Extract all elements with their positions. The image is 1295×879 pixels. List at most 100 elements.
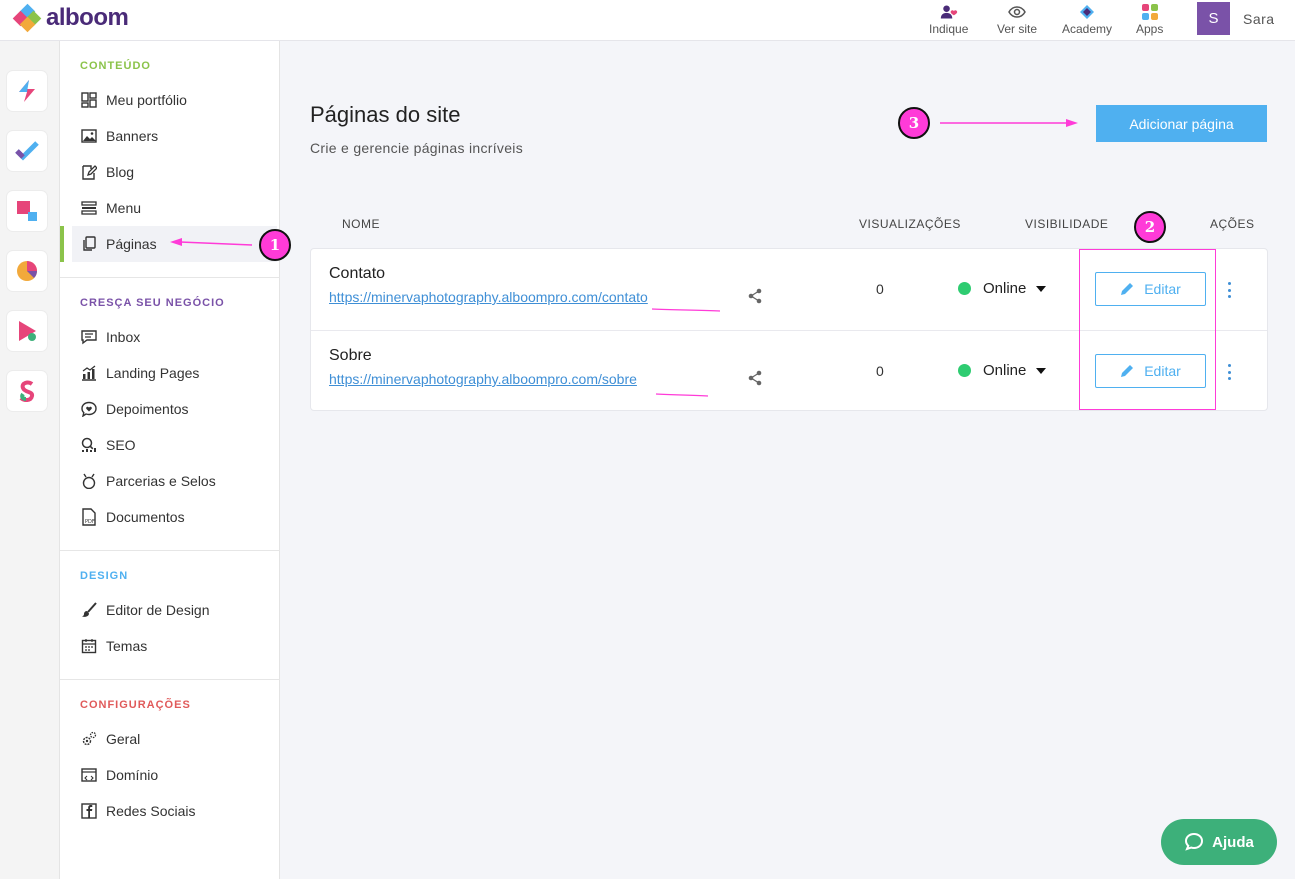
- topnav-label: Indique: [929, 22, 969, 36]
- topnav-label: Academy: [1062, 22, 1113, 36]
- rail-site-icon[interactable]: [7, 71, 47, 111]
- sidebar-item-paginas[interactable]: Páginas: [72, 226, 277, 262]
- views-count: 0: [876, 281, 884, 297]
- chart-growth-icon: [80, 364, 98, 382]
- sidebar-item-label: Temas: [106, 638, 148, 654]
- page-title: Páginas do site: [310, 102, 461, 127]
- visibility-dropdown[interactable]: Online: [958, 362, 1047, 379]
- annotation-arrowhead-3: [1066, 119, 1078, 127]
- pages-copy-icon: [80, 235, 98, 253]
- sidebar-item-dominio[interactable]: Domínio: [72, 757, 277, 793]
- sidebar-item-banners[interactable]: Banners: [72, 118, 277, 154]
- more-options-icon[interactable]: [1226, 364, 1232, 380]
- edit-document-icon: [80, 163, 98, 181]
- alboom-logo[interactable]: alboom: [12, 3, 129, 33]
- sidebar-item-label: Parcerias e Selos: [106, 473, 216, 489]
- column-header-visibility: VISIBILIDADE: [1025, 217, 1109, 231]
- visibility-dropdown[interactable]: Online: [958, 280, 1047, 297]
- image-icon: [80, 127, 98, 145]
- page-url-link[interactable]: https://minervaphotography.alboompro.com…: [329, 371, 637, 387]
- visibility-value: Online: [983, 362, 1027, 379]
- views-count: 0: [876, 363, 884, 379]
- sidebar-item-label: Depoimentos: [106, 401, 189, 417]
- user-name: Sara: [1243, 10, 1275, 27]
- rail-s-icon[interactable]: [7, 371, 47, 411]
- sidebar-item-meu-portfolio[interactable]: Meu portfólio: [72, 82, 277, 118]
- caret-down-icon: [1036, 367, 1047, 374]
- topnav-apps[interactable]: Apps: [1136, 3, 1163, 36]
- page-subtitle: Crie e gerencie páginas incríveis: [310, 140, 524, 156]
- sidebar-item-parcerias[interactable]: Parcerias e Selos: [72, 463, 277, 499]
- portfolio-grid-icon: [80, 91, 98, 109]
- page-name: Sobre: [329, 347, 372, 364]
- sidebar-item-redes-sociais[interactable]: Redes Sociais: [72, 793, 277, 829]
- share-icon[interactable]: [747, 370, 763, 386]
- annotation-badge-2: 2: [1134, 211, 1166, 243]
- topnav-indique[interactable]: Indique: [929, 3, 968, 36]
- add-page-button[interactable]: Adicionar página: [1096, 105, 1267, 142]
- topnav-ver-site[interactable]: Ver site: [997, 3, 1037, 36]
- annotation-highlight-box: [1079, 249, 1216, 410]
- sidebar-item-label: Geral: [106, 731, 141, 747]
- alboom-logo-mark-icon: [12, 3, 42, 33]
- sidebar-item-editor-design[interactable]: Editor de Design: [72, 592, 277, 628]
- sidebar-item-landing-pages[interactable]: Landing Pages: [72, 355, 277, 391]
- menu-lines-icon: [80, 199, 98, 217]
- sidebar-menu: CONTEÚDO Meu portfólio Banners Blog Menu…: [60, 41, 280, 879]
- rail-squares-icon[interactable]: [7, 191, 47, 231]
- page-url-link[interactable]: https://minervaphotography.alboompro.com…: [329, 289, 648, 305]
- more-options-icon[interactable]: [1226, 282, 1232, 298]
- user-menu[interactable]: S Sara: [1197, 2, 1275, 35]
- topnav-label: Ver site: [997, 22, 1038, 36]
- browser-domain-icon: [80, 766, 98, 784]
- facebook-square-icon: [80, 802, 98, 820]
- sidebar-item-temas[interactable]: Temas: [72, 628, 277, 664]
- topnav-label: Apps: [1136, 22, 1164, 36]
- sidebar-divider: [60, 550, 280, 551]
- sidebar-item-depoimentos[interactable]: Depoimentos: [72, 391, 277, 427]
- rail-pie-icon[interactable]: [7, 251, 47, 291]
- eye-icon: [1008, 3, 1026, 21]
- online-status-dot: [958, 364, 971, 377]
- help-label: Ajuda: [1212, 833, 1254, 851]
- column-header-views: VISUALIZAÇÕES: [859, 217, 961, 231]
- sidebar-item-blog[interactable]: Blog: [72, 154, 277, 190]
- rail-play-icon[interactable]: [7, 311, 47, 351]
- share-icon[interactable]: [747, 288, 763, 304]
- help-button[interactable]: Ajuda: [1161, 819, 1277, 865]
- annotation-badge-1: 1: [259, 229, 291, 261]
- rail-check-icon[interactable]: [7, 131, 47, 171]
- section-title-conteudo: CONTEÚDO: [80, 60, 151, 72]
- seo-search-icon: [80, 436, 98, 454]
- topnav-academy[interactable]: Academy: [1062, 3, 1112, 36]
- section-title-configuracoes: CONFIGURAÇÕES: [80, 699, 191, 711]
- brush-icon: [80, 601, 98, 619]
- sidebar-item-label: Documentos: [106, 509, 185, 525]
- section-title-cresca: CRESÇA SEU NEGÓCIO: [80, 297, 225, 309]
- sidebar-divider: [60, 679, 280, 680]
- sidebar-item-label: Meu portfólio: [106, 92, 187, 108]
- app-rail: [0, 41, 60, 879]
- sidebar-item-seo[interactable]: SEO: [72, 427, 277, 463]
- visibility-value: Online: [983, 280, 1027, 297]
- testimonial-heart-icon: [80, 400, 98, 418]
- column-header-name: NOME: [342, 217, 380, 231]
- svg-text:PDF: PDF: [85, 519, 95, 525]
- sidebar-item-label: Menu: [106, 200, 142, 216]
- sidebar-item-inbox[interactable]: Inbox: [72, 319, 277, 355]
- chat-icon: [80, 328, 98, 346]
- calendar-theme-icon: [80, 637, 98, 655]
- section-title-design: DESIGN: [80, 570, 129, 582]
- sidebar-item-menu[interactable]: Menu: [72, 190, 277, 226]
- sidebar-item-label: Domínio: [106, 767, 159, 783]
- sidebar-item-geral[interactable]: Geral: [72, 721, 277, 757]
- brand-name: alboom: [46, 4, 129, 31]
- caret-down-icon: [1036, 285, 1047, 292]
- sidebar-item-label: Editor de Design: [106, 602, 210, 618]
- chat-bubble-icon: [1185, 832, 1204, 851]
- sidebar-item-label: Páginas: [106, 236, 157, 252]
- sidebar-item-documentos[interactable]: PDF Documentos: [72, 499, 277, 535]
- online-status-dot: [958, 282, 971, 295]
- gears-icon: [80, 730, 98, 748]
- column-header-actions: AÇÕES: [1210, 217, 1255, 231]
